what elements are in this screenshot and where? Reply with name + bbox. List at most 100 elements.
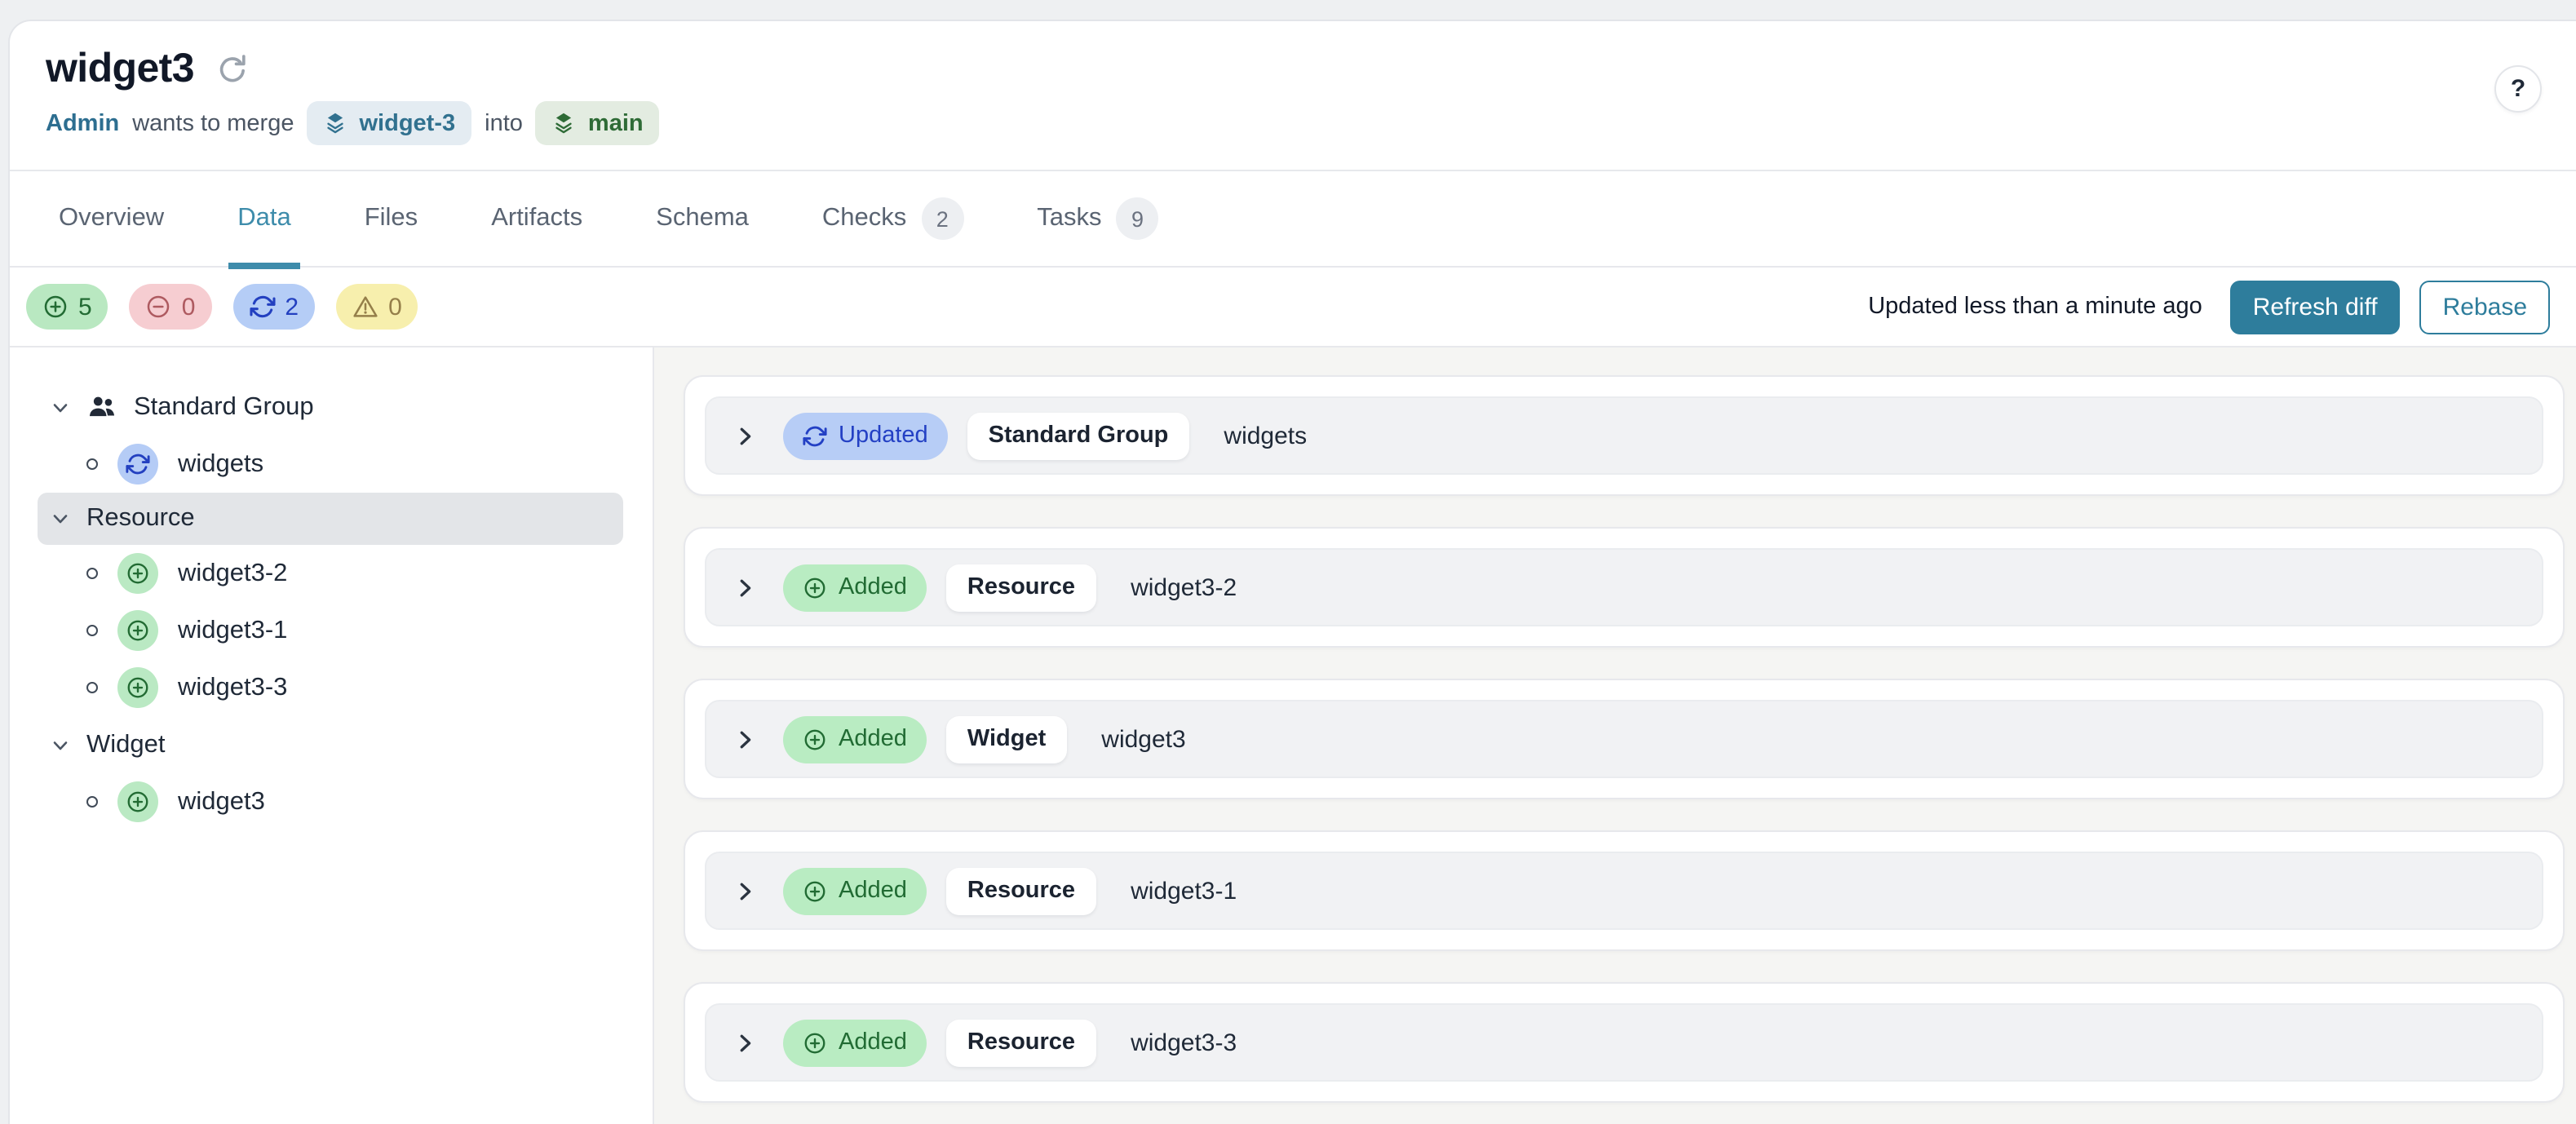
tab-checks[interactable]: Checks 2 <box>812 171 973 266</box>
stat-updated: 2 <box>232 284 316 330</box>
tab-artifacts[interactable]: Artifacts <box>481 171 592 266</box>
status-label: Updated <box>839 423 928 449</box>
sync-icon <box>803 423 827 448</box>
diff-row-header[interactable]: Added Widget widget3 <box>705 700 2543 778</box>
tab-schema[interactable]: Schema <box>646 171 759 266</box>
branch-icon <box>324 111 348 135</box>
tree-section-label: Resource <box>86 504 195 532</box>
diff-stats: 5 0 2 0 <box>26 284 418 330</box>
updated-timestamp: Updated less than a minute ago <box>1868 294 2202 320</box>
status-badge: Added <box>783 867 927 914</box>
diff-summary-bar: 5 0 2 0 Updated less than a minute ago R… <box>10 268 2576 347</box>
app-root: widget3 Admin wants to merge widget-3 in… <box>0 0 2576 1124</box>
stat-count: 5 <box>78 293 92 321</box>
tab-count-badge: 9 <box>1116 197 1159 240</box>
status-label: Added <box>839 1029 907 1055</box>
updated-circle-icon <box>117 444 158 485</box>
tree-item-widget3-1[interactable]: widget3-1 <box>10 602 653 659</box>
chevron-right-icon[interactable] <box>733 423 757 448</box>
added-circle-icon <box>117 781 158 822</box>
tree-item-widget3[interactable]: widget3 <box>10 773 653 830</box>
action-text: wants to merge <box>132 110 294 136</box>
tree-child-label: widget3-2 <box>178 559 288 586</box>
tree-child-label: widget3 <box>178 787 265 815</box>
tree-child-label: widget3-3 <box>178 673 288 701</box>
plus-circle-icon <box>803 878 827 903</box>
type-chip: Standard Group <box>967 412 1190 459</box>
tree-section-label: Widget <box>86 730 166 758</box>
chevron-down-icon <box>51 509 70 529</box>
bullet-ring-icon <box>86 568 98 579</box>
plus-circle-icon <box>126 561 150 586</box>
diff-row-header[interactable]: Added Resource widget3-2 <box>705 548 2543 626</box>
refresh-diff-button[interactable]: Refresh diff <box>2229 280 2401 334</box>
tab-label: Files <box>364 204 418 232</box>
tab-label: Checks <box>821 204 907 232</box>
page-title: widget3 <box>46 46 195 91</box>
type-chip: Resource <box>945 564 1097 611</box>
added-circle-icon <box>117 553 158 594</box>
tab-label: Artifacts <box>491 204 583 232</box>
chevron-right-icon[interactable] <box>733 727 757 751</box>
status-badge: Updated <box>783 412 948 459</box>
status-label: Added <box>839 726 907 752</box>
chevron-right-icon[interactable] <box>733 878 757 903</box>
plus-circle-icon <box>803 727 827 751</box>
tree-item-widgets[interactable]: widgets <box>10 436 653 493</box>
stat-removed: 0 <box>129 284 212 330</box>
content-area: Standard Group widgets Resource widget3-… <box>10 347 2576 1124</box>
diff-row-header[interactable]: Added Resource widget3-1 <box>705 852 2543 930</box>
tree-section-widget[interactable]: Widget <box>10 716 653 773</box>
tab-count-badge: 2 <box>921 197 964 240</box>
diff-card-widget3: Added Widget widget3 <box>684 679 2565 799</box>
diff-row-header[interactable]: Updated Standard Group widgets <box>705 396 2543 475</box>
tab-label: Overview <box>59 204 165 232</box>
tab-files[interactable]: Files <box>355 171 427 266</box>
source-branch-badge[interactable]: widget-3 <box>307 101 472 145</box>
tree-section-standard-group[interactable]: Standard Group <box>10 378 653 436</box>
tree-item-widget3-2[interactable]: widget3-2 <box>10 545 653 602</box>
bullet-ring-icon <box>86 682 98 693</box>
merge-request-header: widget3 Admin wants to merge widget-3 in… <box>10 21 2576 171</box>
diff-card-widget3-3: Added Resource widget3-3 <box>684 982 2565 1103</box>
diff-list: Updated Standard Group widgets Added Res… <box>654 347 2576 1124</box>
plus-circle-icon <box>126 618 150 643</box>
target-branch-badge[interactable]: main <box>535 101 660 145</box>
tree-item-widget3-3[interactable]: widget3-3 <box>10 659 653 716</box>
diff-card-widget3-1: Added Resource widget3-1 <box>684 830 2565 951</box>
chevron-right-icon[interactable] <box>733 1030 757 1055</box>
tab-data[interactable]: Data <box>228 171 301 269</box>
chevron-right-icon[interactable] <box>733 575 757 600</box>
title-row: widget3 <box>46 46 2540 91</box>
stat-count: 2 <box>285 293 299 321</box>
plus-circle-icon <box>803 575 827 600</box>
diff-row-header[interactable]: Added Resource widget3-3 <box>705 1003 2543 1082</box>
tree-section-resource[interactable]: Resource <box>38 493 623 545</box>
tab-tasks[interactable]: Tasks 9 <box>1027 171 1168 266</box>
diff-row-name: widget3-3 <box>1131 1029 1237 1056</box>
diff-row-name: widgets <box>1224 422 1308 449</box>
status-badge: Added <box>783 1019 927 1066</box>
plus-circle-icon <box>126 675 150 700</box>
plus-circle-icon <box>42 294 69 320</box>
bullet-ring-icon <box>86 458 98 470</box>
stat-warning: 0 <box>336 284 418 330</box>
branch-icon <box>552 111 577 135</box>
sync-icon <box>249 294 275 320</box>
tree-child-label: widgets <box>178 449 264 477</box>
plus-circle-icon <box>126 790 150 814</box>
refresh-icon[interactable] <box>215 52 250 86</box>
type-chip: Resource <box>945 867 1097 914</box>
diff-row-name: widget3-1 <box>1131 877 1237 905</box>
added-circle-icon <box>117 667 158 708</box>
added-circle-icon <box>117 610 158 651</box>
diff-card-widgets: Updated Standard Group widgets <box>684 375 2565 496</box>
tree-child-label: widget3-1 <box>178 616 288 644</box>
rebase-button[interactable]: Rebase <box>2419 280 2550 334</box>
tree-section-label: Standard Group <box>134 392 314 420</box>
tab-label: Schema <box>656 204 749 232</box>
tab-overview[interactable]: Overview <box>49 171 174 266</box>
help-button[interactable]: ? <box>2494 65 2542 113</box>
author-link[interactable]: Admin <box>46 110 119 136</box>
bullet-ring-icon <box>86 796 98 808</box>
